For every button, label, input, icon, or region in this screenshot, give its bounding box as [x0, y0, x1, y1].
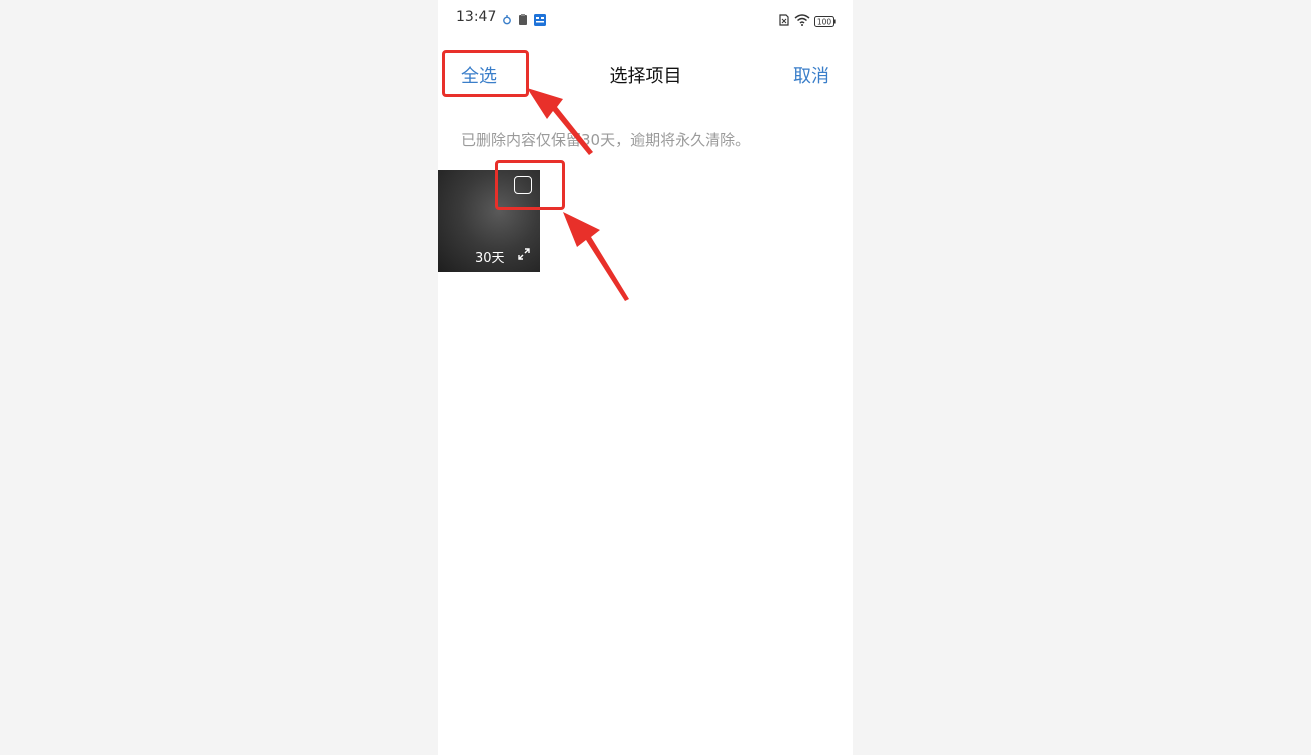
- battery-level: 100: [817, 17, 832, 26]
- status-bar: 13:47 100: [438, 0, 853, 36]
- retention-notice: 已删除内容仅保留30天，逾期将永久清除。: [461, 131, 751, 149]
- sim-icon: [779, 11, 789, 30]
- phone-screen: 13:47 100 全选 选择项目 取消 已删除内容仅保留30天，逾期将永久清除: [438, 0, 853, 755]
- days-remaining-label: 30天: [475, 251, 505, 266]
- wifi-icon: [794, 11, 810, 30]
- expand-icon[interactable]: [518, 245, 530, 264]
- app-notification-icon: [534, 11, 546, 30]
- select-all-highlight: [442, 50, 529, 97]
- status-time: 13:47: [456, 9, 497, 25]
- checkbox-highlight: [495, 160, 565, 210]
- clipboard-icon: [518, 11, 528, 30]
- bug-icon: [502, 11, 512, 30]
- battery-icon: 100: [814, 12, 836, 31]
- cancel-button[interactable]: 取消: [793, 62, 829, 88]
